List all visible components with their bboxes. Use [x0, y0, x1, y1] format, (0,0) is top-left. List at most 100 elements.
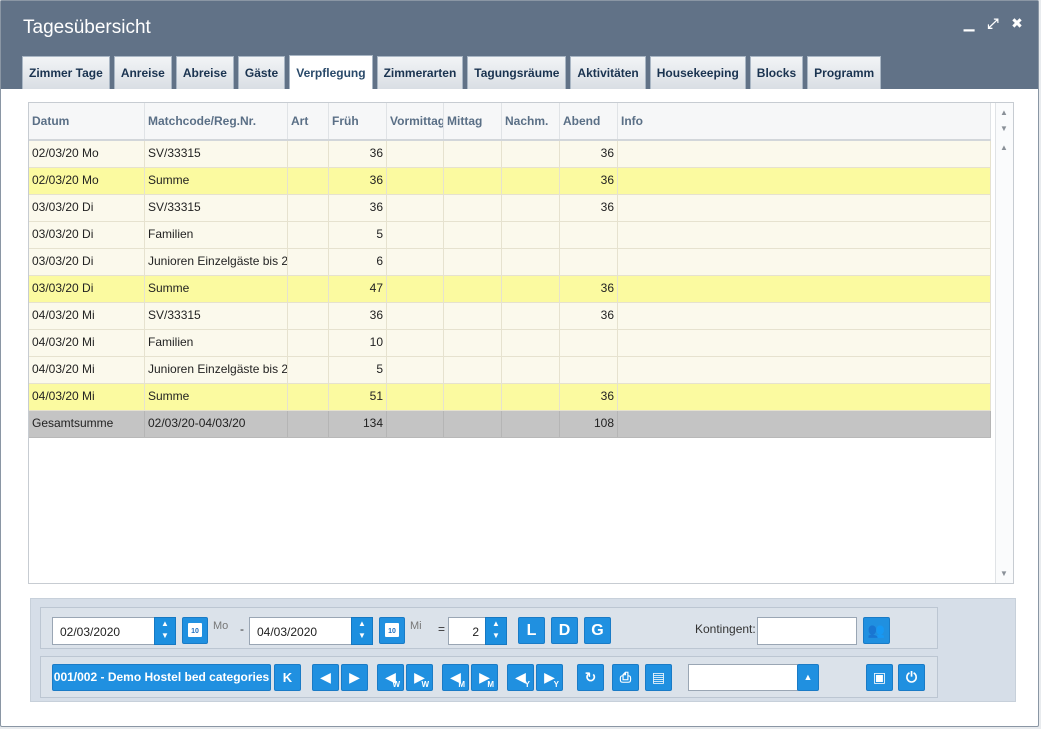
scroll-up-icon[interactable]: ▲	[1000, 143, 1008, 152]
l-button[interactable]: L	[518, 617, 545, 644]
column-header-matchcode[interactable]: Matchcode/Reg.Nr.	[145, 103, 288, 139]
report-select-dropdown[interactable]: ▲	[797, 664, 819, 691]
tab-programm[interactable]: Programm	[807, 56, 882, 89]
sum-row[interactable]: 02/03/20 Mo Summe 36 36	[29, 168, 991, 195]
table-cell: 36	[329, 168, 387, 194]
next-year-button[interactable]: ▶ Y	[536, 664, 563, 691]
column-header-datum[interactable]: Datum	[29, 103, 145, 139]
table-row[interactable]: 04/03/20 Mi SV/33315 36 36	[29, 303, 991, 330]
date-from-weekday: Mo	[213, 620, 229, 632]
tab-zimmer-tage[interactable]: Zimmer Tage	[22, 56, 110, 89]
date-from-stepper[interactable]: ▲ ▼	[154, 617, 176, 645]
table-cell: 108	[560, 411, 618, 437]
table-cell: 04/03/20 Mi	[29, 384, 145, 410]
g-button[interactable]: G	[584, 617, 611, 644]
table-row[interactable]: 03/03/20 Di Junioren Einzelgäste bis 2 6	[29, 249, 991, 276]
tab-aktivitaeten[interactable]: Aktivitäten	[570, 56, 646, 89]
table-row[interactable]: 04/03/20 Mi Junioren Einzelgäste bis 2 5	[29, 357, 991, 384]
scroll-down-icon[interactable]: ▼	[1000, 569, 1008, 578]
tab-abreise[interactable]: Abreise	[175, 56, 234, 89]
refresh-button[interactable]: ↻	[577, 664, 604, 691]
table-cell	[444, 276, 502, 302]
prev-day-button[interactable]: ◀	[312, 664, 339, 691]
table-cell	[502, 249, 560, 275]
column-header-mittag[interactable]: Mittag	[444, 103, 502, 139]
days-count-input[interactable]: 2	[448, 617, 486, 645]
date-to-calendar-button[interactable]: 10	[379, 617, 405, 644]
tab-label: Aktivitäten	[577, 66, 639, 80]
tab-verpflegung[interactable]: Verpflegung	[289, 55, 373, 89]
date-from-input[interactable]: 02/03/2020	[52, 617, 155, 645]
next-month-button[interactable]: ▶ M	[471, 664, 498, 691]
table-cell	[560, 249, 618, 275]
table-cell	[288, 330, 329, 356]
tab-gaeste[interactable]: Gäste	[237, 56, 286, 89]
date-to-input[interactable]: 04/03/2020	[249, 617, 352, 645]
arrow-right-icon: ▶	[349, 669, 360, 685]
print-button[interactable]: ⎙	[612, 664, 639, 691]
prev-week-button[interactable]: ◀ W	[377, 664, 404, 691]
arrow-left-icon: ◀	[320, 669, 331, 685]
tab-blocks[interactable]: Blocks	[749, 56, 804, 89]
table-cell	[288, 303, 329, 329]
close-icon[interactable]: ✖	[1010, 15, 1024, 32]
table-cell	[618, 195, 991, 221]
column-header-abend[interactable]: Abend	[560, 103, 618, 139]
tab-tagungsraeume[interactable]: Tagungsräume	[467, 56, 567, 89]
power-button[interactable]: ⏻	[898, 664, 925, 691]
date-from-calendar-button[interactable]: 10	[182, 617, 208, 644]
table-cell	[387, 357, 444, 383]
column-header-nachm[interactable]: Nachm.	[502, 103, 560, 139]
grid-body: 02/03/20 Mo SV/33315 36 36 02/03/20 Mo Summe 3…	[29, 141, 991, 438]
minimize-icon[interactable]: ▁	[962, 15, 976, 32]
title-bar: Tagesübersicht ▁ ⤢ ✖ Zimmer Tage Anreise…	[1, 1, 1038, 89]
k-button[interactable]: K	[274, 664, 301, 691]
tab-zimmerarten[interactable]: Zimmerarten	[376, 56, 464, 89]
column-header-art[interactable]: Art	[288, 103, 329, 139]
table-cell: 6	[329, 249, 387, 275]
table-cell	[387, 195, 444, 221]
column-header-info[interactable]: Info	[618, 103, 991, 139]
table-cell	[618, 384, 991, 410]
prev-month-button[interactable]: ◀ M	[442, 664, 469, 691]
next-week-button[interactable]: ▶ W	[406, 664, 433, 691]
sum-row[interactable]: 04/03/20 Mi Summe 51 36	[29, 384, 991, 411]
scroll-down-icon[interactable]: ▼	[1000, 124, 1008, 133]
tab-housekeeping[interactable]: Housekeeping	[649, 56, 746, 89]
prev-year-button[interactable]: ◀ Y	[507, 664, 534, 691]
equals-sign: =	[438, 622, 446, 636]
d-button[interactable]: D	[551, 617, 578, 644]
table-cell	[288, 276, 329, 302]
table-row[interactable]: 03/03/20 Di SV/33315 36 36	[29, 195, 991, 222]
tab-anreise[interactable]: Anreise	[113, 56, 172, 89]
total-row[interactable]: Gesamtsumme 02/03/20-04/03/20 134 108	[29, 411, 991, 438]
table-cell: 36	[560, 168, 618, 194]
tab-label: Gäste	[244, 66, 279, 80]
table-cell	[387, 141, 444, 167]
table-row[interactable]: 03/03/20 Di Familien 5	[29, 222, 991, 249]
column-header-frueh[interactable]: Früh	[329, 103, 387, 139]
report-select[interactable]	[688, 664, 798, 691]
window-controls: ▁ ⤢ ✖	[962, 15, 1024, 32]
luggage-button[interactable]: ▣	[866, 664, 893, 691]
table-cell	[288, 357, 329, 383]
column-header-vormittag[interactable]: Vormittag	[387, 103, 444, 139]
kontingent-input[interactable]	[757, 617, 857, 645]
table-cell	[618, 141, 991, 167]
table-cell: SV/33315	[145, 141, 288, 167]
date-to-stepper[interactable]: ▲ ▼	[351, 617, 373, 645]
guests-button[interactable]: 👥	[863, 617, 890, 644]
date-to-weekday: Mi	[410, 620, 422, 632]
export-button[interactable]: ▤	[645, 664, 672, 691]
year-label: Y	[553, 680, 559, 689]
category-button[interactable]: 001/002 - Demo Hostel bed categories	[52, 664, 271, 691]
days-count-stepper[interactable]: ▲ ▼	[485, 617, 507, 645]
sum-row[interactable]: 03/03/20 Di Summe 47 36	[29, 276, 991, 303]
next-day-button[interactable]: ▶	[341, 664, 368, 691]
grid-scrollbar[interactable]: ▲ ▼ ▲ ▼	[995, 103, 1013, 583]
table-row[interactable]: 02/03/20 Mo SV/33315 36 36	[29, 141, 991, 168]
maximize-icon[interactable]: ⤢	[986, 15, 1000, 32]
scroll-up-icon[interactable]: ▲	[1000, 108, 1008, 117]
table-cell	[618, 303, 991, 329]
table-row[interactable]: 04/03/20 Mi Familien 10	[29, 330, 991, 357]
